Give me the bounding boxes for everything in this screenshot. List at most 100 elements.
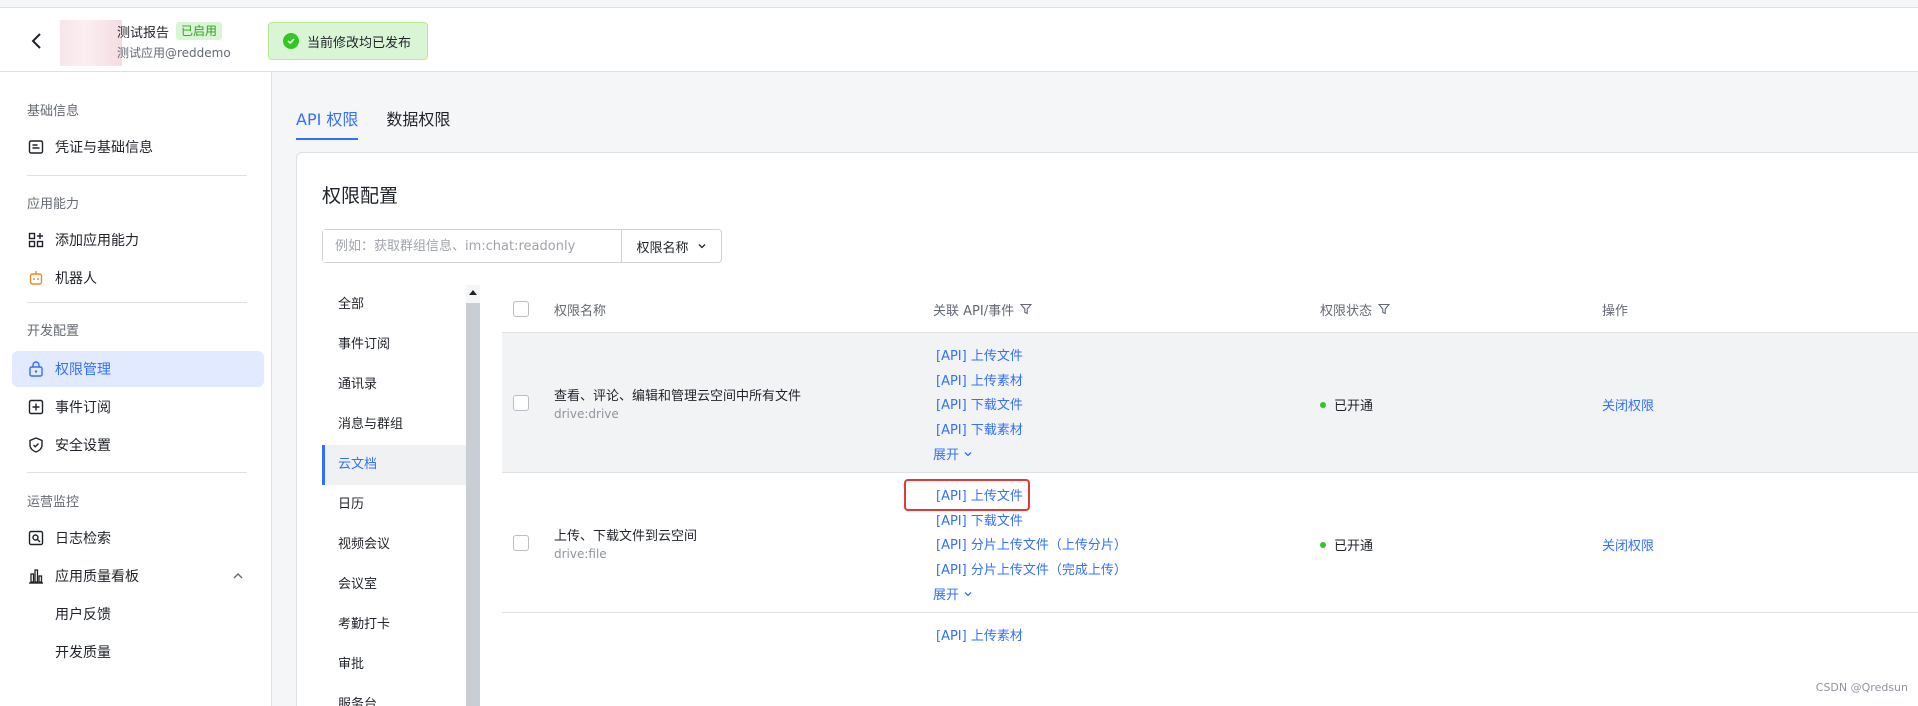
chevron-up-icon[interactable]: [232, 570, 244, 582]
chevron-down-icon: [964, 591, 972, 596]
category-item-active[interactable]: 云文档: [322, 445, 480, 485]
category-item[interactable]: 日历: [322, 485, 480, 525]
search-field-select[interactable]: 权限名称: [621, 230, 721, 262]
sidebar-item-log-search[interactable]: 日志检索: [12, 520, 264, 556]
permission-name: 上传、下载文件到云空间: [554, 529, 698, 544]
sidebar-divider: [27, 472, 247, 473]
card-title: 权限配置: [322, 185, 399, 207]
sidebar: 基础信息 凭证与基础信息 应用能力 添加应用能力 机器人 开发配置 权限管理 事…: [0, 72, 272, 706]
sidebar-item-events[interactable]: 事件订阅: [12, 389, 264, 425]
category-item[interactable]: 全部: [322, 285, 480, 325]
check-circle-icon: [283, 33, 299, 49]
select-all-checkbox[interactable]: [513, 301, 529, 317]
watermark: CSDN @Qredsun: [1815, 681, 1908, 694]
scroll-up-icon[interactable]: [468, 287, 478, 297]
filter-icon[interactable]: [1020, 303, 1033, 315]
category-item[interactable]: 通讯录: [322, 365, 480, 405]
app-header: 测试报告 已启用 测试应用@reddemo 当前修改均已发布: [0, 7, 1918, 72]
category-item[interactable]: 考勤打卡: [322, 605, 480, 645]
filter-icon[interactable]: [1378, 303, 1391, 315]
permission-code: drive:file: [554, 547, 607, 561]
chevron-down-icon: [964, 451, 972, 456]
publish-status-tip: 当前修改均已发布: [268, 22, 429, 60]
api-link[interactable]: [API] 上传文件: [936, 345, 1023, 364]
category-item[interactable]: 视频会议: [322, 525, 480, 565]
permission-table: 权限名称 关联 API/事件 权限状态 操作 查看、评论、编辑和管理云空间中所有…: [502, 285, 1918, 706]
back-button[interactable]: [26, 30, 48, 52]
expand-button[interactable]: 展开: [933, 444, 973, 463]
sidebar-item-label: 机器人: [55, 271, 97, 287]
api-link[interactable]: [API] 上传素材: [936, 370, 1023, 389]
api-link[interactable]: [API] 上传文件: [936, 485, 1023, 504]
category-item[interactable]: 服务台: [322, 685, 480, 706]
api-link[interactable]: [API] 下载素材: [936, 419, 1023, 438]
row-checkbox[interactable]: [513, 535, 529, 551]
credential-icon: [27, 138, 45, 156]
sidebar-item-label: 权限管理: [55, 362, 111, 378]
publish-tip-text: 当前修改均已发布: [307, 35, 412, 51]
column-header-label: 关联 API/事件: [933, 303, 1015, 319]
api-link[interactable]: [API] 分片上传文件（上传分片）: [936, 534, 1127, 553]
sidebar-item-credentials[interactable]: 凭证与基础信息: [12, 129, 264, 165]
api-link[interactable]: [API] 下载文件: [936, 510, 1023, 529]
app-subtitle: 测试应用@reddemo: [117, 46, 231, 60]
expand-label: 展开: [933, 588, 960, 603]
table-row: 查看、评论、编辑和管理云空间中所有文件 drive:drive [API] 上传…: [502, 333, 1918, 473]
row-checkbox[interactable]: [513, 395, 529, 411]
permission-tabs: API 权限 数据权限: [296, 102, 450, 140]
lock-icon: [27, 360, 45, 378]
revoke-permission-link[interactable]: 关闭权限: [1602, 395, 1654, 414]
search-select-label: 权限名称: [636, 240, 689, 256]
sidebar-divider: [27, 175, 247, 176]
category-item[interactable]: 会议室: [322, 565, 480, 605]
status-label: 已开通: [1334, 539, 1374, 554]
event-icon: [27, 398, 45, 416]
app-logo: [60, 20, 122, 66]
permission-status: 已开通: [1320, 395, 1373, 414]
category-item[interactable]: 消息与群组: [322, 405, 480, 445]
app-status-badge: 已启用: [176, 22, 223, 40]
sidebar-divider: [27, 302, 247, 303]
log-search-icon: [27, 529, 45, 547]
expand-label: 展开: [933, 448, 960, 463]
permission-config-card: 权限配置 权限名称 全部 事件订阅 通讯录 消息与群组 云文档 日历 视频会议 …: [296, 152, 1918, 706]
app-name: 测试报告: [117, 26, 170, 41]
search-input[interactable]: [323, 230, 621, 262]
sidebar-section-title: 应用能力: [27, 197, 80, 212]
column-header-label: 权限状态: [1320, 303, 1373, 319]
api-link[interactable]: [API] 分片上传文件（完成上传）: [936, 559, 1127, 578]
scrollbar-thumb[interactable]: [466, 303, 480, 706]
tab-api-permissions[interactable]: API 权限: [296, 102, 359, 140]
sidebar-item-label: 日志检索: [55, 531, 111, 547]
sidebar-item-add-capability[interactable]: 添加应用能力: [12, 222, 264, 258]
sidebar-section-title: 开发配置: [27, 324, 80, 339]
expand-button[interactable]: 展开: [933, 584, 973, 603]
table-row: [API] 上传素材: [502, 613, 1918, 706]
category-item[interactable]: 审批: [322, 645, 480, 685]
sidebar-item-dev-quality[interactable]: 开发质量: [12, 634, 264, 670]
api-link[interactable]: [API] 下载文件: [936, 394, 1023, 413]
sidebar-item-robot[interactable]: 机器人: [12, 260, 264, 296]
revoke-permission-link[interactable]: 关闭权限: [1602, 535, 1654, 554]
sidebar-item-label: 开发质量: [55, 645, 111, 661]
sidebar-item-label: 应用质量看板: [55, 569, 139, 585]
sidebar-item-user-feedback[interactable]: 用户反馈: [12, 596, 264, 632]
permission-status: 已开通: [1320, 535, 1373, 554]
status-label: 已开通: [1334, 399, 1374, 414]
app-grid-icon: [27, 231, 45, 249]
column-header-api: 关联 API/事件: [933, 285, 1033, 333]
sidebar-item-security[interactable]: 安全设置: [12, 427, 264, 463]
category-item[interactable]: 事件订阅: [322, 325, 480, 365]
category-list: 全部 事件订阅 通讯录 消息与群组 云文档 日历 视频会议 会议室 考勤打卡 审…: [322, 285, 480, 706]
api-link[interactable]: [API] 上传素材: [936, 625, 1023, 644]
sidebar-section-title: 基础信息: [27, 104, 80, 119]
category-scrollbar[interactable]: [466, 285, 480, 706]
select-all-cell: [513, 285, 529, 333]
tab-data-permissions[interactable]: 数据权限: [386, 102, 450, 140]
permission-name: 查看、评论、编辑和管理云空间中所有文件: [554, 389, 802, 404]
column-header-op: 操作: [1602, 285, 1628, 333]
robot-icon: [27, 269, 45, 287]
sidebar-item-permissions[interactable]: 权限管理: [12, 351, 264, 387]
sidebar-item-label: 事件订阅: [55, 400, 111, 416]
sidebar-item-quality-board[interactable]: 应用质量看板: [12, 558, 264, 594]
